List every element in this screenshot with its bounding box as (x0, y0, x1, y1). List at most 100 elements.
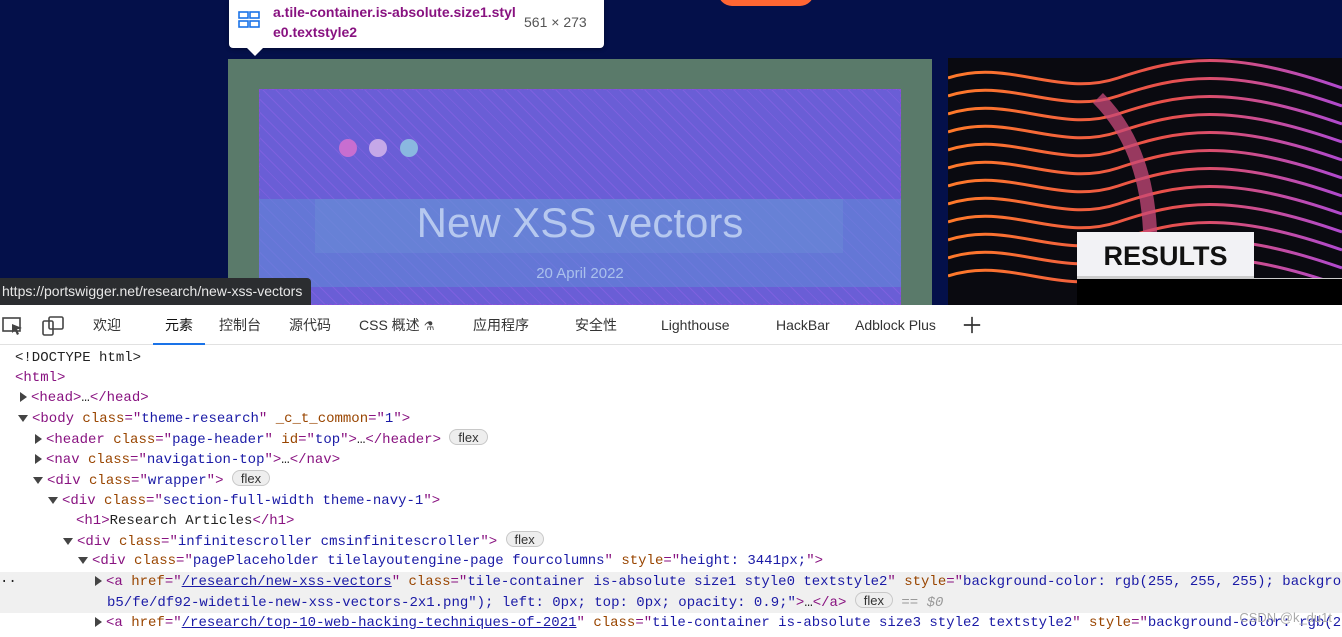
attr-name: class (134, 553, 177, 569)
flex-badge[interactable]: flex (505, 531, 544, 547)
collapse-triangle-icon[interactable] (63, 537, 73, 545)
attr-value: infinitescroller cmsinfinitescroller (177, 534, 481, 550)
expand-triangle-icon[interactable] (95, 617, 102, 628)
tab-security[interactable]: 安全性 (575, 305, 617, 345)
collapse-triangle-icon[interactable] (78, 556, 88, 564)
div-tag-name: div (100, 553, 126, 569)
expand-triangle-icon[interactable] (20, 392, 27, 403)
page-heading-fragment (718, 0, 814, 6)
dom-line-doctype[interactable]: <!DOCTYPE html> (15, 348, 1342, 368)
attr-name: class (408, 574, 451, 590)
a-close-tag: </a> (812, 595, 847, 611)
doctype-text: <!DOCTYPE html> (15, 350, 142, 366)
dom-row-next[interactable]: <a href="/research/top-10-web-hacking-te… (95, 613, 1342, 633)
dom-line-placeholder[interactable]: <div class="pagePlaceholder tilelayouten… (78, 551, 1342, 571)
attr-value: page-header (172, 432, 265, 448)
href-link[interactable]: /research/top-10-web-hacking-techniques-… (182, 615, 577, 631)
head-close-tag: </head> (89, 390, 149, 406)
add-tab-icon[interactable] (961, 315, 983, 335)
tile-title[interactable]: New XSS vectors (259, 198, 901, 248)
tab-application[interactable]: 应用程序 (473, 305, 529, 345)
dom-line-header[interactable]: <header class="page-header" id="top">…</… (35, 429, 1342, 449)
dom-row-selected[interactable]: ·· <a href="/research/new-xss-vectors" c… (0, 572, 1342, 613)
dom-line-body[interactable]: <body class="theme-research" _c_t_common… (18, 409, 1342, 429)
attr-name: href (131, 615, 165, 631)
attr-value: theme-research (141, 411, 259, 427)
results-label-box: RESULTS (1077, 232, 1254, 278)
tab-lighthouse[interactable]: Lighthouse (661, 305, 730, 345)
attr-value-continued: b5/fe/df92-widetile-new-xss-vectors-2x1.… (107, 595, 796, 611)
dom-line-section[interactable]: <div class="section-full-width theme-nav… (48, 491, 1342, 511)
window-dot-purple (369, 139, 387, 157)
window-dot-blue (400, 139, 418, 157)
attr-name: class (82, 411, 125, 427)
expand-triangle-icon[interactable] (95, 576, 102, 587)
results-image-area (1077, 278, 1342, 305)
page-viewport: New XSS vectors 20 April 2022 RESULTS a.… (0, 0, 1342, 305)
devtools-panel: 欢迎 元素 控制台 源代码 CSS 概述 ⚗ 应用程序 安全性 Lighthous… (0, 305, 1342, 637)
nav-tag-name: nav (54, 452, 80, 468)
href-link[interactable]: /research/new-xss-vectors (182, 574, 392, 590)
tab-css-overview[interactable]: CSS 概述 ⚗ (359, 305, 434, 345)
tab-elements[interactable]: 元素 (153, 305, 205, 345)
a-tag-name: a (114, 574, 123, 590)
device-toolbar-icon[interactable] (42, 316, 64, 336)
flex-badge[interactable]: flex (231, 470, 271, 486)
devtools-toolbar: 欢迎 元素 控制台 源代码 CSS 概述 ⚗ 应用程序 安全性 Lighthous… (0, 305, 1342, 345)
h1-open-tag: <h1> (76, 513, 110, 529)
collapse-triangle-icon[interactable] (33, 476, 43, 484)
row-menu-dots[interactable]: ·· (0, 572, 17, 592)
dom-line-wrapper[interactable]: <div class="wrapper"> flex (33, 470, 1342, 490)
flex-layout-icon (238, 11, 260, 28)
tab-css-overview-label: CSS 概述 (359, 317, 420, 333)
dom-line-h1[interactable]: <h1>Research Articles</h1> (76, 511, 1342, 531)
a-ellipsis[interactable]: … (804, 595, 812, 611)
div-tag-name: div (55, 473, 81, 489)
attr-name: id (281, 432, 299, 448)
tab-sources[interactable]: 源代码 (289, 305, 331, 345)
div-tag-name: div (85, 534, 111, 550)
attr-name: class (593, 615, 636, 631)
attr-value: height: 3441px; (680, 553, 807, 569)
header-tag-name: header (54, 432, 105, 448)
inspector-tooltip: a.tile-container.is-absolute.size1.style… (229, 0, 604, 56)
attr-name: style (1089, 615, 1132, 631)
flex-badge[interactable]: flex (449, 429, 488, 445)
tab-welcome[interactable]: 欢迎 (93, 305, 121, 345)
h1-close-tag: </h1> (252, 513, 295, 529)
attr-value: tile-container is-absolute size1 style0 … (467, 574, 888, 590)
head-open-tag: <head> (31, 390, 82, 406)
tab-hackbar[interactable]: HackBar (776, 305, 830, 345)
body-tag-name: body (40, 411, 75, 427)
dom-line-scroller[interactable]: <div class="infinitescroller cmsinfinite… (63, 531, 1342, 551)
attr-value: top (314, 432, 341, 448)
attr-name: _c_t_common (275, 411, 369, 427)
head-ellipsis[interactable]: … (81, 390, 89, 406)
collapse-triangle-icon[interactable] (18, 414, 28, 422)
attr-value: section-full-width theme-navy-1 (162, 493, 424, 509)
dom-line-html[interactable]: <html> (15, 368, 1342, 388)
dom-line-nav[interactable]: <nav class="navigation-top">…</nav> (35, 450, 1342, 470)
attr-name: style (621, 553, 664, 569)
watermark: CSDN @k_du1t (1239, 610, 1332, 625)
a-tag-name: a (114, 615, 123, 631)
attr-name: class (119, 534, 162, 550)
html-open-tag: <html> (15, 370, 66, 386)
inspect-element-icon[interactable] (2, 316, 24, 336)
attr-name: class (104, 493, 147, 509)
attr-name: class (88, 452, 131, 468)
expand-triangle-icon[interactable] (35, 434, 42, 445)
flex-badge[interactable]: flex (854, 592, 893, 608)
link-status-url: https://portswigger.net/research/new-xss… (0, 278, 312, 305)
tooltip-selector: a.tile-container.is-absolute.size1.style… (273, 4, 516, 40)
expand-triangle-icon[interactable] (35, 454, 42, 465)
attr-value: tile-container is-absolute size3 style2 … (652, 615, 1073, 631)
tile-date: 20 April 2022 (536, 265, 624, 282)
collapse-triangle-icon[interactable] (48, 496, 58, 504)
results-label: RESULTS (1103, 241, 1228, 271)
dom-line-head[interactable]: <head>…</head> (20, 388, 1342, 408)
tab-console[interactable]: 控制台 (219, 305, 261, 345)
attr-name: href (131, 574, 165, 590)
header-close-tag: </header> (365, 432, 441, 448)
tab-adblock-plus[interactable]: Adblock Plus (855, 305, 936, 345)
